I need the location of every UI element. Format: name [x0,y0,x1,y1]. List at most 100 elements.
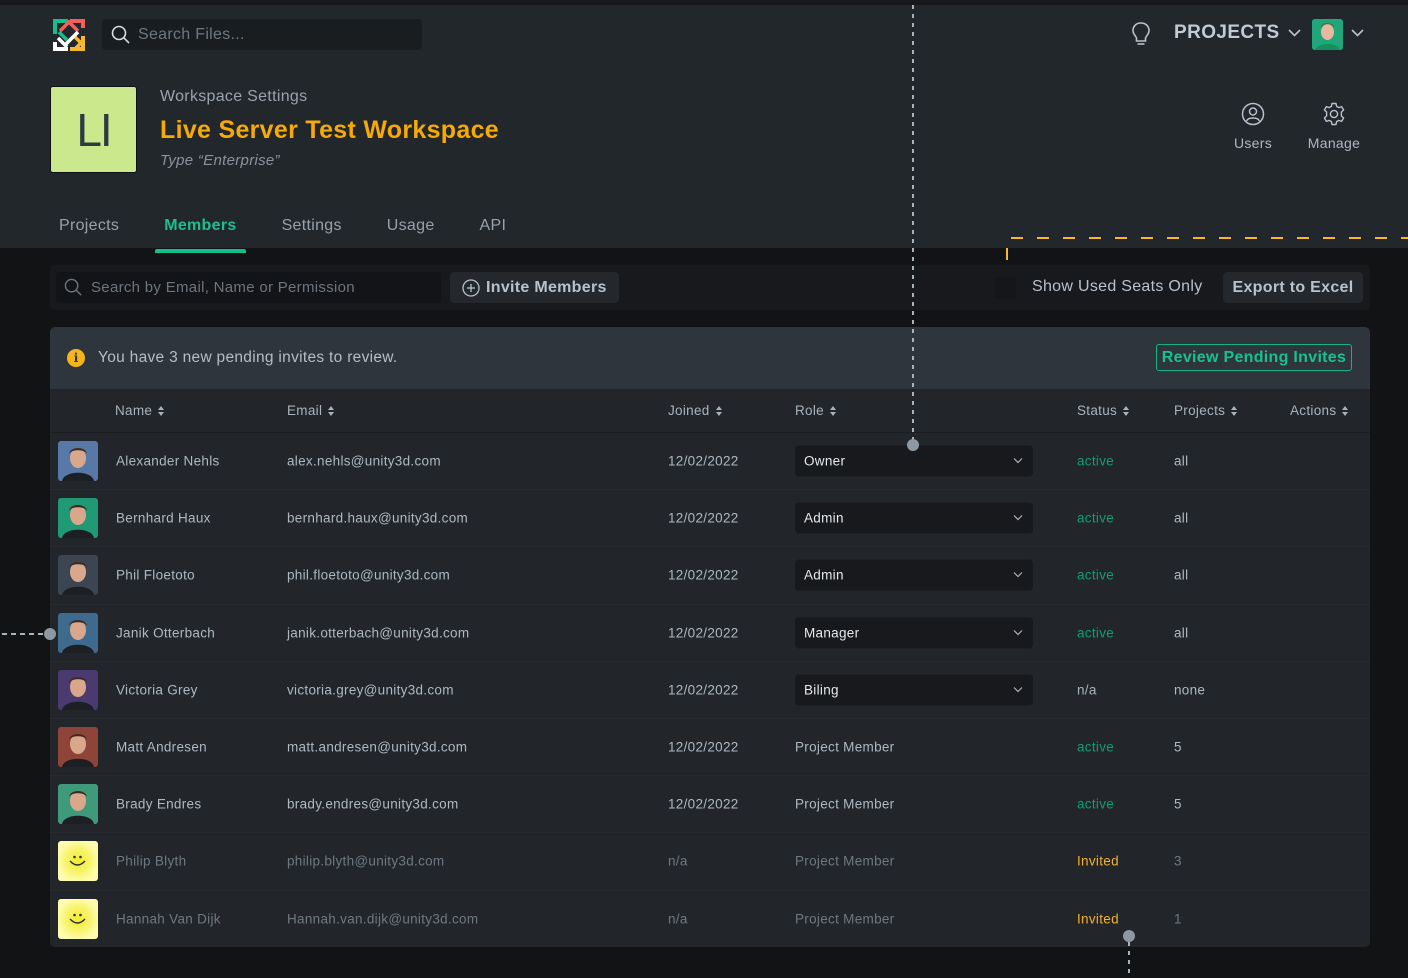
column-header-joined[interactable]: Joined [668,403,722,418]
workspace-settings-label: Workspace Settings [160,88,308,105]
portrait-icon [62,791,94,825]
column-header-projects[interactable]: Projects [1174,403,1238,418]
member-name: Bernhard Haux [116,510,211,526]
member-joined: 12/02/2022 [668,453,739,469]
member-email: victoria.grey@unity3d.com [287,682,454,698]
status-badge: active [1077,453,1115,469]
avatar [58,841,98,882]
chevron-down-icon [1013,515,1023,521]
sort-icon [1123,405,1130,416]
workspace-avatar: LI [50,86,137,173]
member-name: Matt Andresen [116,739,207,755]
portrait-icon [62,505,94,539]
portrait-icon [62,619,94,653]
role-select[interactable]: Biling [795,674,1033,706]
lightbulb-icon[interactable] [1130,21,1152,47]
member-name: Hannah Van Dijk [116,911,221,927]
workspace-type: Type “Enterprise” [160,152,280,169]
member-email: brady.endres@unity3d.com [287,796,459,812]
member-joined: 12/02/2022 [668,567,739,583]
pending-invites-banner: i You have 3 new pending invites to revi… [50,327,1370,389]
portrait-icon [62,448,94,482]
member-search-field[interactable] [56,272,441,303]
column-header-email[interactable]: Email [287,403,335,418]
search-files-input[interactable] [138,25,408,44]
users-button[interactable]: Users [1218,102,1288,151]
role-value: Project Member [795,853,895,869]
sort-icon [328,405,335,416]
role-value: Project Member [795,796,895,812]
member-joined: 12/02/2022 [668,510,739,526]
member-joined: 12/02/2022 [668,625,739,641]
status-badge: active [1077,567,1115,583]
table-row: Hannah Van Dijk Hannah.van.dijk@unity3d.c… [50,891,1370,948]
table-header: Name Email Joined Role Status Projects Actions [50,389,1370,433]
show-used-seats-checkbox[interactable] [994,277,1016,299]
search-files-field[interactable] [102,19,422,50]
column-header-label: Status [1077,403,1118,418]
role-select[interactable]: Owner [795,445,1033,477]
user-avatar[interactable] [1312,19,1343,50]
tab-members[interactable]: Members [155,205,246,253]
table-row: Matt Andresen matt.andresen@unity3d.com 12… [50,719,1370,777]
role-value: Admin [804,510,844,526]
search-icon [111,25,130,44]
members-table: i You have 3 new pending invites to revi… [50,327,1370,947]
info-icon: i [67,349,85,367]
avatar [58,899,98,940]
member-email: janik.otterbach@unity3d.com [287,625,470,641]
role-select[interactable]: Admin [795,559,1033,591]
table-row: Philip Blyth philip.blyth@unity3d.com n/a P… [50,833,1370,891]
status-badge: n/a [1077,682,1097,698]
member-search-input[interactable] [91,279,431,296]
member-projects: none [1174,682,1206,698]
column-header-status[interactable]: Status [1077,403,1130,418]
show-used-seats-label: Show Used Seats Only [1032,278,1203,295]
member-name: Brady Endres [116,796,202,812]
role-value: Admin [804,567,844,583]
member-name: Alexander Nehls [116,453,220,469]
member-joined: 12/02/2022 [668,739,739,755]
role-value: Project Member [795,911,895,927]
member-name: Victoria Grey [116,682,198,698]
tab-api[interactable]: API [471,205,516,253]
avatar [58,784,98,825]
workspace-tabs: Projects Members Settings Usage API [50,205,542,253]
invite-members-button[interactable]: Invite Members [450,272,619,303]
column-header-label: Name [115,403,153,418]
column-header-actions[interactable]: Actions [1290,403,1349,418]
member-projects: 5 [1174,739,1182,755]
manage-button[interactable]: Manage [1299,102,1369,151]
column-header-label: Actions [1290,403,1337,418]
sort-icon [158,405,165,416]
page-header: PROJECTS LI Workspace Settings Live Serv… [0,5,1408,253]
role-select[interactable]: Manager [795,617,1033,649]
status-badge: active [1077,510,1115,526]
projects-menu[interactable]: PROJECTS [1174,22,1301,44]
avatar [58,612,98,653]
app-logo-icon[interactable] [53,19,85,51]
status-badge: active [1077,625,1115,641]
sort-icon [715,405,722,416]
member-email: Hannah.van.dijk@unity3d.com [287,911,479,927]
review-pending-invites-button[interactable]: Review Pending Invites [1156,344,1352,371]
status-badge: Invited [1077,911,1119,927]
tab-projects[interactable]: Projects [50,205,128,253]
status-badge: active [1077,739,1115,755]
sort-icon [1231,405,1238,416]
member-projects: all [1174,625,1189,641]
tab-usage[interactable]: Usage [378,205,444,253]
tab-settings[interactable]: Settings [273,205,351,253]
portrait-icon [62,562,94,596]
member-projects: all [1174,567,1189,583]
column-header-role[interactable]: Role [795,403,836,418]
invite-members-label: Invite Members [486,278,607,296]
user-menu-chevron-icon[interactable] [1351,29,1364,37]
export-to-excel-button[interactable]: Export to Excel [1223,272,1363,303]
user-portrait-icon [1312,19,1343,50]
role-select[interactable]: Admin [795,502,1033,534]
table-row: Janik Otterbach janik.otterbach@unity3d.c… [50,605,1370,662]
chevron-down-icon [1013,686,1023,693]
avatar [58,441,98,482]
column-header-name[interactable]: Name [115,403,165,418]
